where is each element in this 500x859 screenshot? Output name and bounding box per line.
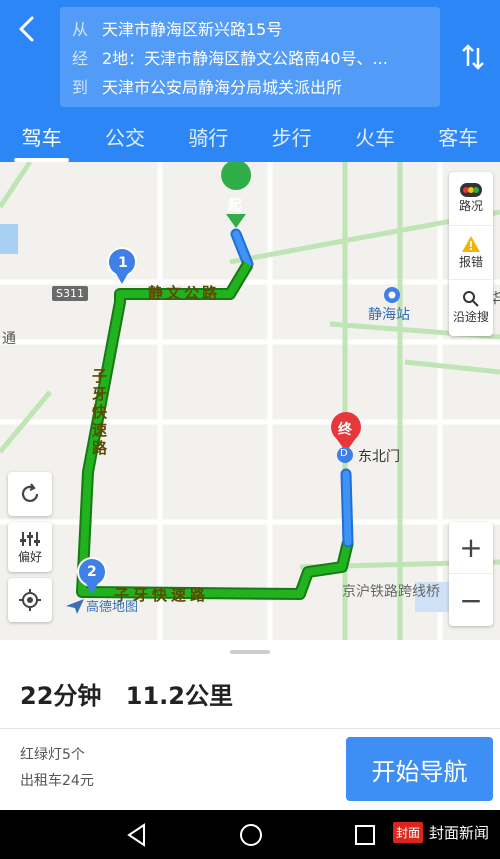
- back-arrow-icon: [19, 16, 34, 42]
- road-label-jingwen: 静文公路: [148, 284, 221, 302]
- home-circle-icon[interactable]: [238, 822, 264, 848]
- route-to-prefix: 到: [72, 77, 89, 97]
- route-duration: 22分钟: [20, 682, 102, 710]
- station-label: 静海站: [368, 307, 410, 323]
- route-via-text: 2地：天津市静海区静文公路南40号、...: [102, 48, 388, 68]
- traffic-button[interactable]: 路况: [449, 172, 493, 226]
- swap-arrows-icon: [462, 44, 484, 70]
- route-summary: 22分钟 11.2公里: [20, 676, 249, 711]
- traffic-label: 路况: [458, 199, 483, 213]
- route-to[interactable]: 到 天津市公安局静海分局城关派出所: [72, 71, 440, 100]
- refresh-icon: [21, 483, 39, 503]
- tab-bike[interactable]: 骑行: [167, 118, 250, 162]
- search-along-button[interactable]: 沿途搜: [449, 280, 493, 334]
- map-right-controls: 路况 报错 沿途搜: [449, 172, 493, 336]
- search-icon: [463, 290, 479, 307]
- zoom-controls: + −: [449, 522, 493, 626]
- warning-icon: [462, 236, 480, 252]
- search-along-label: 沿途搜: [452, 309, 489, 324]
- route-from-prefix: 从: [72, 19, 89, 39]
- back-triangle-icon[interactable]: [124, 822, 150, 848]
- map-edge-label-left: 通: [2, 331, 16, 347]
- route-from[interactable]: 从 天津市静海区新兴路15号: [72, 13, 440, 42]
- header: 从 天津市静海区新兴路15号 经 2地：天津市静海区静文公路南40号、... 到…: [0, 0, 500, 162]
- traffic-lights-count: 红绿灯5个: [20, 747, 85, 763]
- amap-logo: 高德地图: [64, 596, 138, 615]
- tab-train[interactable]: 火车: [333, 118, 416, 162]
- locate-icon: [19, 589, 41, 611]
- tab-drive[interactable]: 驾车: [0, 118, 83, 162]
- traffic-light-icon: [460, 183, 482, 197]
- navigation-arrow-icon: [66, 598, 84, 614]
- route-summary-sheet: 22分钟 11.2公里 红绿灯5个 出租车24元 开始导航: [0, 640, 500, 810]
- route-via[interactable]: 经 2地：天津市静海区静文公路南40号、...: [72, 42, 440, 71]
- start-pin-label: 起: [228, 198, 242, 214]
- route-box[interactable]: 从 天津市静海区新兴路15号 经 2地：天津市静海区静文公路南40号、... 到…: [60, 7, 440, 107]
- sheet-handle[interactable]: [230, 650, 270, 654]
- route-to-text: 天津市公安局静海分局城关派出所: [102, 77, 343, 97]
- screen: 从 天津市静海区新兴路15号 经 2地：天津市静海区静文公路南40号、... 到…: [0, 0, 500, 859]
- route-distance: 11.2公里: [125, 682, 233, 710]
- swap-route-button[interactable]: [458, 40, 488, 74]
- watermark-brand-text: 封面新闻: [429, 824, 490, 842]
- zoom-in-button[interactable]: +: [449, 522, 493, 574]
- station-icon: [384, 287, 400, 303]
- recents-square-icon[interactable]: [352, 822, 378, 848]
- report-label: 报错: [458, 255, 483, 269]
- road-badge-s311: S311: [52, 286, 88, 301]
- gate-marker-label: D: [340, 448, 348, 459]
- transport-tabs: 驾车 公交 骑行 步行 火车 客车: [0, 118, 500, 162]
- dongbeimen-label: 东北门: [358, 449, 400, 465]
- route-meta: 红绿灯5个 出租车24元: [20, 742, 94, 794]
- taxi-fare: 出租车24元: [20, 773, 94, 789]
- refresh-button[interactable]: [8, 472, 52, 516]
- route-from-text: 天津市静海区新兴路15号: [102, 19, 283, 39]
- road-label-ziya-vertical: 子牙快速路: [92, 367, 108, 457]
- tab-bus[interactable]: 公交: [83, 118, 166, 162]
- watermark-brand: 封面 封面新闻: [393, 822, 489, 843]
- tab-coach[interactable]: 客车: [417, 118, 500, 162]
- waypoint-2-label: 2: [87, 564, 97, 580]
- map-view[interactable]: 起 终 1 2 D 静文公路 子牙快速路 子牙快速路 S311 静海站 东北门 …: [0, 162, 500, 640]
- map-base: [0, 162, 500, 640]
- preference-button[interactable]: 偏好: [8, 522, 52, 572]
- start-navigation-button[interactable]: 开始导航: [346, 737, 493, 801]
- tab-walk[interactable]: 步行: [250, 118, 333, 162]
- amap-logo-text: 高德地图: [86, 600, 139, 615]
- end-pin-label: 终: [338, 422, 352, 438]
- report-button[interactable]: 报错: [449, 226, 493, 280]
- locate-button[interactable]: [8, 578, 52, 622]
- sliders-icon: [20, 531, 40, 546]
- summary-divider: [0, 728, 500, 729]
- railway-label: 京沪铁路跨线桥: [342, 584, 440, 600]
- waypoint-1-label: 1: [118, 255, 128, 271]
- back-button[interactable]: [10, 12, 44, 46]
- route-via-prefix: 经: [72, 48, 89, 68]
- system-nav-bar: 封面 封面新闻: [0, 810, 500, 859]
- preference-label: 偏好: [17, 549, 42, 564]
- zoom-out-button[interactable]: −: [449, 574, 493, 626]
- watermark-brand-box: 封面: [393, 822, 424, 843]
